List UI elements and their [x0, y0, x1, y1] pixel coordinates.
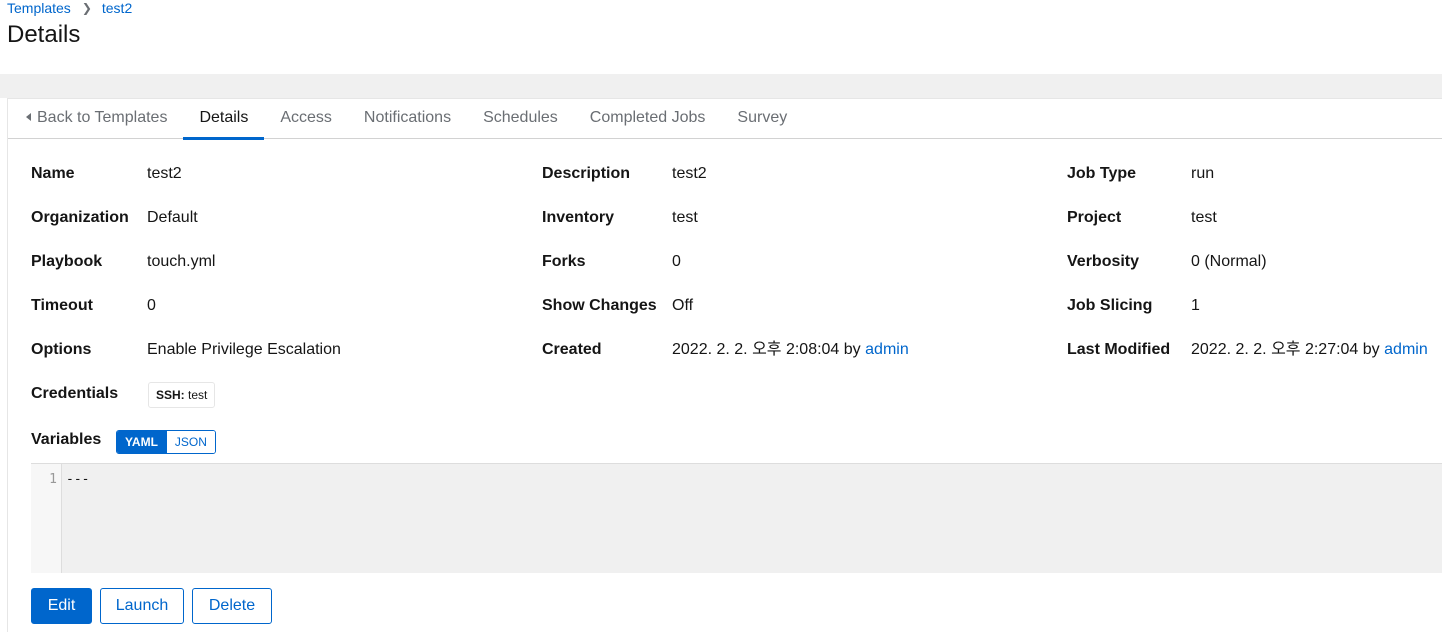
- variables-label: Variables: [31, 431, 102, 448]
- tab-schedules[interactable]: Schedules: [467, 99, 574, 139]
- created-date: 2022. 2. 2. 오후 2:08:04 by: [672, 341, 861, 358]
- timeout-value: 0: [147, 297, 156, 314]
- description-value: test2: [672, 165, 707, 182]
- delete-button[interactable]: Delete: [192, 588, 272, 624]
- editor-content: ---: [66, 472, 90, 487]
- verbosity-label: Verbosity: [1067, 253, 1140, 270]
- tab-completed-jobs[interactable]: Completed Jobs: [574, 99, 722, 139]
- playbook-value: touch.yml: [147, 253, 216, 270]
- forks-label: Forks: [542, 253, 586, 270]
- credential-name: test: [188, 388, 208, 402]
- playbook-label: Playbook: [31, 253, 103, 270]
- tab-details[interactable]: Details: [183, 99, 265, 140]
- caret-left-icon: [26, 113, 31, 121]
- json-toggle-button[interactable]: JSON: [165, 431, 215, 453]
- launch-button[interactable]: Launch: [100, 588, 184, 624]
- show-changes-label: Show Changes: [542, 297, 657, 314]
- verbosity-value: 0 (Normal): [1191, 253, 1267, 270]
- project-label: Project: [1067, 209, 1122, 226]
- credential-chip: SSH: test: [148, 382, 216, 408]
- inventory-link[interactable]: test: [672, 208, 698, 228]
- job-slicing-value: 1: [1191, 297, 1200, 314]
- variables-format-toggle: YAML JSON: [116, 430, 216, 454]
- name-value: test2: [147, 165, 182, 182]
- created-label: Created: [542, 341, 602, 358]
- page-header: Templates ❯ test2 Details: [0, 0, 1442, 74]
- last-modified-label: Last Modified: [1067, 341, 1171, 358]
- job-slicing-label: Job Slicing: [1067, 297, 1153, 314]
- credentials-label: Credentials: [31, 385, 119, 402]
- last-modified-date: 2022. 2. 2. 오후 2:27:04 by: [1191, 341, 1380, 358]
- tab-survey[interactable]: Survey: [721, 99, 803, 139]
- inventory-label: Inventory: [542, 209, 615, 226]
- chevron-right-icon: ❯: [81, 1, 92, 15]
- organization-label: Organization: [31, 209, 129, 226]
- options-value: Enable Privilege Escalation: [147, 341, 341, 358]
- page-title: Details: [7, 21, 81, 48]
- tab-notifications[interactable]: Notifications: [348, 99, 467, 139]
- job-type-value: run: [1191, 165, 1215, 182]
- editor-gutter: 1: [31, 464, 62, 573]
- tab-back-to-templates[interactable]: Back to Templates: [8, 99, 183, 139]
- show-changes-value: Off: [672, 297, 694, 314]
- created-value: 2022. 2. 2. 오후 2:08:04 by admin: [672, 340, 909, 360]
- credential-type: SSH:: [156, 388, 185, 402]
- timeout-label: Timeout: [31, 297, 93, 314]
- description-label: Description: [542, 165, 631, 182]
- details-card: Back to Templates Details Access Notific…: [7, 98, 1442, 632]
- name-label: Name: [31, 165, 75, 182]
- edit-button[interactable]: Edit: [31, 588, 92, 624]
- breadcrumb-current-link[interactable]: test2: [102, 0, 132, 16]
- modified-by-user-link[interactable]: admin: [1384, 341, 1428, 358]
- last-modified-value: 2022. 2. 2. 오후 2:27:04 by admin: [1191, 340, 1428, 360]
- job-type-label: Job Type: [1067, 165, 1137, 182]
- tab-back-label: Back to Templates: [37, 109, 168, 126]
- breadcrumb: Templates ❯ test2: [7, 0, 132, 16]
- created-by-user-link[interactable]: admin: [865, 341, 909, 358]
- forks-value: 0: [672, 253, 681, 270]
- breadcrumb-templates-link[interactable]: Templates: [7, 0, 71, 16]
- page-divider: [0, 74, 1442, 98]
- line-number: 1: [49, 472, 57, 487]
- variables-code-editor[interactable]: 1 ---: [31, 463, 1442, 573]
- tab-bar: Back to Templates Details Access Notific…: [8, 99, 1442, 140]
- options-label: Options: [31, 341, 92, 358]
- organization-link[interactable]: Default: [147, 208, 198, 228]
- yaml-toggle-button[interactable]: YAML: [117, 431, 166, 453]
- project-link[interactable]: test: [1191, 208, 1217, 228]
- tab-access[interactable]: Access: [264, 99, 348, 139]
